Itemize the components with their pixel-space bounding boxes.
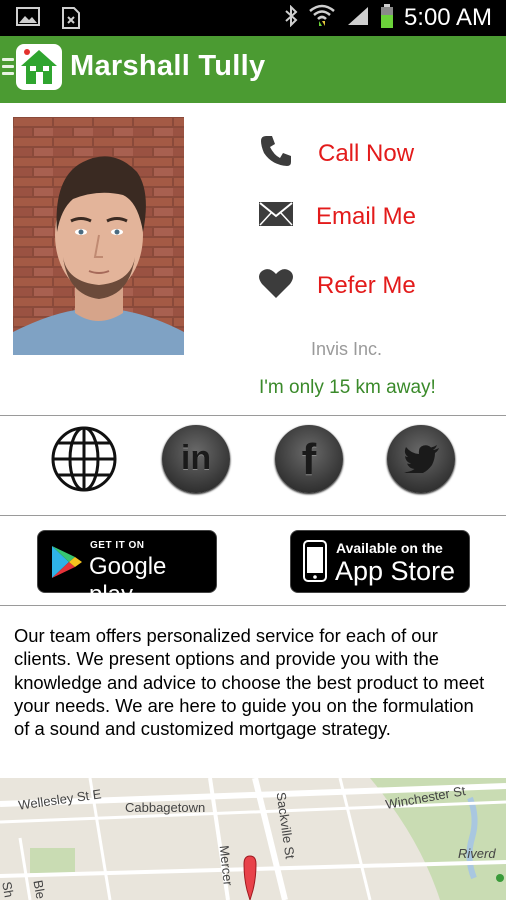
gallery-icon: [16, 6, 42, 35]
map-label: Sh: [0, 880, 17, 899]
bluetooth-icon: [284, 4, 298, 32]
iphone-icon: [303, 540, 327, 587]
profile-section: Call Now Email Me Refer Me Invis Inc. I'…: [0, 103, 506, 415]
facebook-button[interactable]: f: [275, 425, 343, 493]
battery-icon: [380, 3, 394, 34]
status-bar: 5:00 AM: [0, 0, 506, 36]
location-map[interactable]: Wellesley St E Cabbagetown Sackville St …: [0, 778, 506, 900]
facebook-icon: f: [301, 435, 317, 484]
app-bar: Marshall Tully: [0, 36, 506, 103]
divider: [0, 605, 506, 606]
heart-icon: [258, 267, 317, 304]
about-text: Our team offers personalized service for…: [14, 625, 485, 740]
linkedin-button[interactable]: in: [162, 425, 230, 493]
social-links: in f: [0, 416, 506, 515]
linkedin-icon: in: [180, 439, 212, 477]
call-now-button[interactable]: Call Now: [258, 133, 414, 174]
app-store-badge[interactable]: Available on the App Store: [290, 530, 470, 593]
envelope-icon: [258, 200, 316, 233]
apple-badge-big-text: App Store: [335, 556, 456, 586]
twitter-button[interactable]: [387, 425, 455, 493]
email-me-button[interactable]: Email Me: [258, 200, 416, 233]
refer-me-button[interactable]: Refer Me: [258, 267, 416, 304]
page-title: Marshall Tully: [70, 50, 266, 82]
email-me-label: Email Me: [316, 202, 417, 230]
twitter-icon: [404, 445, 440, 478]
distance-text: I'm only 15 km away!: [259, 377, 436, 398]
google-play-icon: [50, 544, 84, 585]
drawer-menu-icon[interactable]: [2, 58, 14, 79]
signal-icon: [346, 5, 370, 32]
apple-badge-small-text: Available on the: [336, 540, 443, 556]
company-name: Invis Inc.: [311, 339, 383, 359]
website-globe-button[interactable]: [50, 425, 118, 493]
map-label: Ble: [30, 878, 49, 900]
google-badge-small-text: GET IT ON: [90, 540, 145, 551]
call-now-label: Call Now: [318, 139, 415, 167]
map-label: Cabbagetown: [125, 800, 206, 815]
globe-icon: [50, 426, 118, 497]
google-badge-big-text: Google play: [89, 553, 167, 608]
refer-me-label: Refer Me: [317, 271, 416, 299]
clock: 5:00 AM: [403, 4, 492, 31]
store-badges: GET IT ON Google play Available on the A…: [0, 516, 506, 608]
phone-icon: [258, 133, 318, 174]
google-play-badge[interactable]: GET IT ON Google play: [37, 530, 217, 608]
wifi-icon: [308, 3, 336, 34]
sim-card-icon: [60, 6, 82, 35]
app-logo-icon[interactable]: [16, 44, 62, 90]
map-label: Riverd: [458, 846, 496, 861]
profile-photo: [13, 117, 184, 355]
